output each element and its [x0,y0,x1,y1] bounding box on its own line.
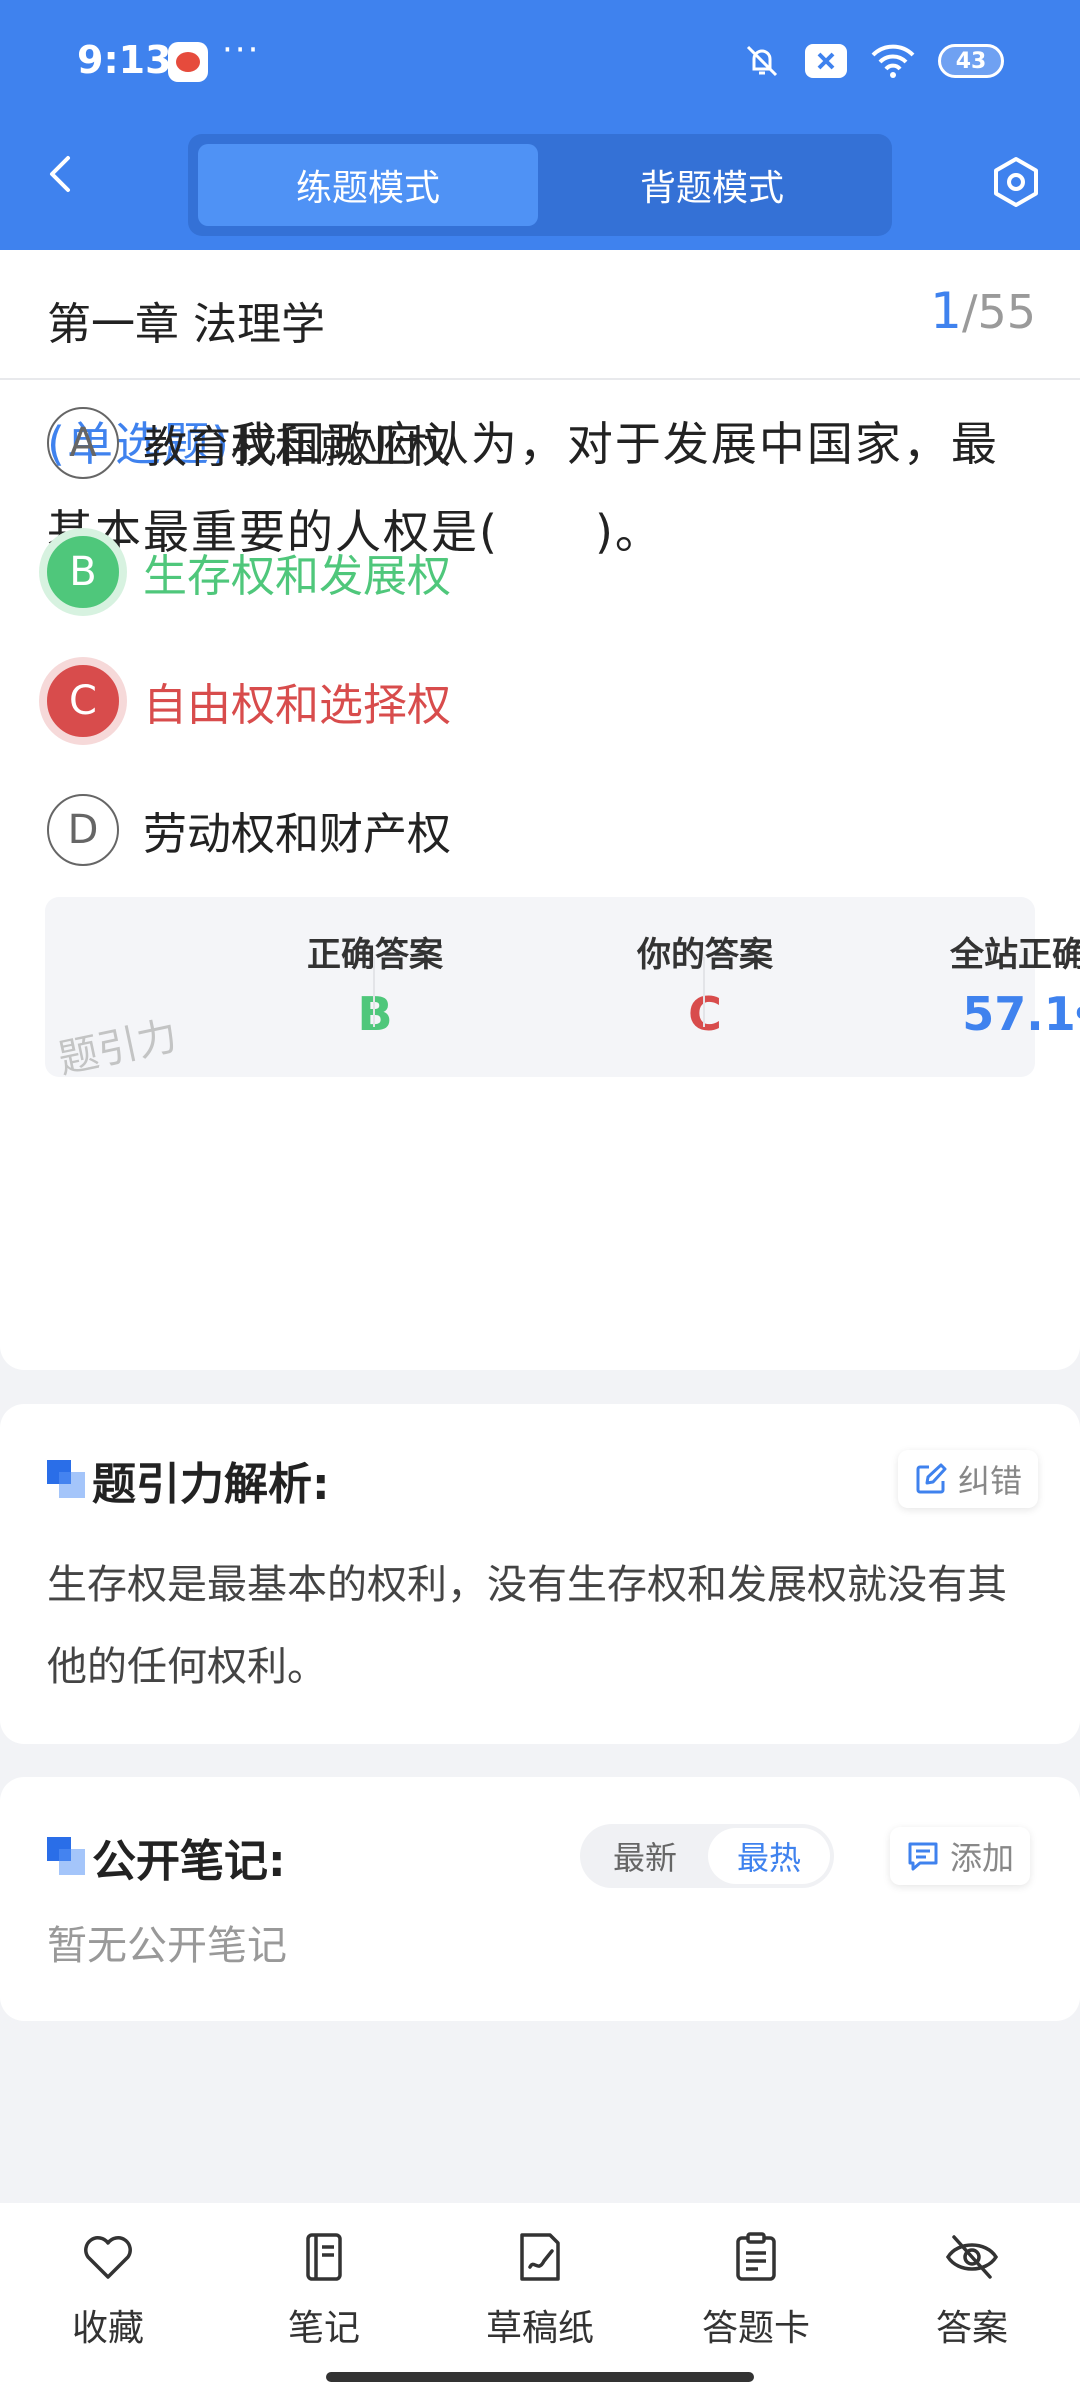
comment-icon [908,1842,938,1871]
accuracy-rate-value: 57.1% [870,987,1080,1041]
notes-sort-switch: 最新 最热 [580,1824,834,1888]
option-d[interactable]: D 劳动权和财产权 [47,794,451,866]
option-text: 生存权和发展权 [143,551,451,602]
home-indicator[interactable] [326,2372,754,2382]
option-c[interactable]: C 自由权和选择权 [47,665,451,737]
analysis-card: 题引力解析: 纠错 生存权是最基本的权利，没有生存权和发展权就没有其他的任何权利… [0,1404,1080,1744]
scratch-paper-button[interactable]: 草稿纸 [450,2229,630,2359]
status-time: 9:13 [77,38,172,82]
answer-sheet-button[interactable]: 答题卡 [666,2229,846,2359]
option-letter: C [47,665,119,737]
empty-notes-text: 暂无公开笔记 [47,1923,287,1969]
mute-icon [746,45,778,77]
bottom-toolbar: 收藏 笔记 草稿纸 答题卡 答案 [0,2203,1080,2400]
sort-hottest[interactable]: 最热 [708,1828,830,1884]
edit-icon [916,1463,947,1494]
question-progress: 1/55 [930,282,1036,340]
accuracy-rate-stat: 全站正确率 57.1% [705,897,1080,1077]
app-header: 9:13 ··· 43 练题模式 背题模式 [0,0,1080,250]
tab-memorize-mode[interactable]: 背题模式 [542,144,882,226]
section-icon [47,1460,85,1498]
analysis-title: 题引力解析: [92,1459,330,1510]
heart-icon [84,2236,132,2279]
settings-icon[interactable] [988,154,1044,210]
question-card: 第一章 法理学 1/55 (单选题)我国政府认为，对于发展中国家，最基本最重要的… [0,250,1080,1370]
notes-label: 笔记 [287,2308,360,2349]
accuracy-rate-label: 全站正确率 [950,935,1080,975]
clipboard-icon [736,2232,776,2281]
correct-answer-stat: 正确答案 B 题引力 [45,897,443,1083]
option-b[interactable]: B 生存权和发展权 [47,536,451,608]
option-text: 教育权和就业权 [143,422,451,473]
option-letter: B [47,536,119,608]
add-note-button[interactable]: 添加 [890,1827,1031,1885]
status-icons: 43 [742,38,1004,84]
option-letter: A [47,407,119,479]
status-more-indicator: ··· [222,30,261,70]
favorite-label: 收藏 [71,2308,144,2349]
back-arrow-icon[interactable] [40,152,84,196]
option-letter: D [47,794,119,866]
accuracy-rate-number: 57.1 [962,987,1076,1041]
answer-sheet-label: 答题卡 [701,2308,810,2349]
scratch-paper-label: 草稿纸 [485,2308,594,2349]
app-notification-icon [168,42,208,82]
notes-title: 公开笔记: [92,1836,286,1887]
notes-button[interactable]: 笔记 [234,2229,414,2359]
analysis-text: 生存权是最基本的权利，没有生存权和发展权就没有其他的任何权利。 [47,1562,1007,1690]
public-notes-card: 公开笔记: 最新 最热 添加 暂无公开笔记 [0,1777,1080,2021]
chapter-bar: 第一章 法理学 1/55 [0,250,1080,380]
total-question-count: 55 [977,285,1036,339]
answer-stats: 正确答案 B 题引力 你的答案 C 全站正确率 57.1% [45,897,1080,1083]
report-error-button[interactable]: 纠错 [898,1450,1039,1508]
battery-indicator: 43 [938,44,1004,78]
favorite-button[interactable]: 收藏 [18,2229,198,2359]
wifi-icon [871,44,915,78]
section-icon [47,1837,85,1875]
watermark: 题引力 [54,1012,182,1083]
show-answer-button[interactable]: 答案 [882,2229,1062,2359]
close-notification-icon [805,44,847,78]
sort-newest[interactable]: 最新 [584,1828,706,1884]
report-error-label: 纠错 [958,1462,1023,1500]
accuracy-rate-unit: % [1076,1000,1080,1038]
tab-practice-mode[interactable]: 练题模式 [198,144,538,226]
draft-paper-icon [520,2233,560,2281]
option-text: 劳动权和财产权 [143,809,451,860]
eye-hidden-icon [945,2235,999,2279]
chapter-title: 第一章 法理学 [47,299,325,350]
mode-switch: 练题模式 背题模式 [188,134,892,236]
progress-separator: / [961,285,978,339]
add-note-label: 添加 [950,1839,1015,1877]
show-answer-label: 答案 [935,2308,1008,2349]
option-text: 自由权和选择权 [143,680,451,731]
notebook-icon [306,2233,342,2281]
your-answer-stat: 你的答案 C [375,897,773,1077]
option-a[interactable]: A 教育权和就业权 [47,407,451,479]
current-question-number: 1 [930,282,962,340]
